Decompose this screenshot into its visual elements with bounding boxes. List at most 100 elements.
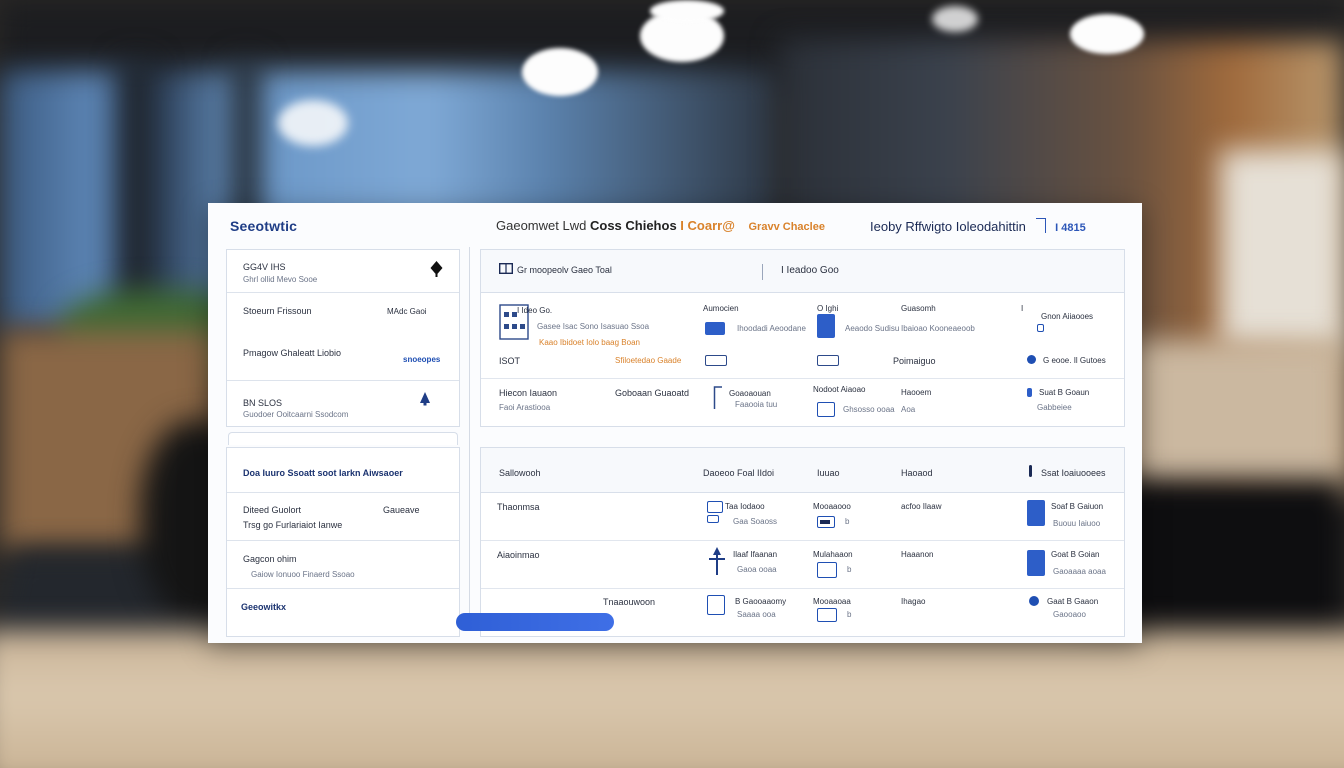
list-footer[interactable]: Geeowitkx: [227, 588, 459, 636]
table-header: Gr moopeolv Gaeo Toal I Ieadoo Goo: [481, 250, 1124, 293]
column-header[interactable]: Gr moopeolv Gaeo Toal: [517, 265, 612, 275]
cell-text: Gaat B Gaaon: [1047, 597, 1099, 606]
bookmark-icon[interactable]: [1035, 218, 1046, 233]
cell-text: Gaooaoo: [1053, 610, 1086, 619]
cell-text: Soaf B Gaiuon: [1051, 502, 1104, 511]
marker-icon: [1027, 388, 1032, 397]
cell-text: I: [1021, 304, 1024, 313]
cell-text: Nodoot Aiaoao: [813, 385, 866, 394]
cell-text: G eooe. Il Gutoes: [1043, 356, 1106, 365]
list-item[interactable]: Diteed Guolort Gaueave Trsg go Furlariai…: [227, 492, 459, 541]
table-row[interactable]: Thaonmsa Taa Iodaoo Gaa Soaoss Mooaaooo …: [481, 492, 1124, 541]
cell-text: Guasomh: [901, 304, 936, 313]
device-icon: [817, 314, 835, 338]
cell-text: Poimaiguo: [893, 356, 936, 366]
cell-text: Ihagao: [901, 597, 926, 606]
cell-text: Gabbeiee: [1037, 403, 1072, 412]
cell-text: Mulahaaon: [813, 550, 853, 559]
column-header[interactable]: Daoeoo Foal IIdoi: [703, 468, 774, 478]
cell-text: b: [845, 517, 850, 526]
nav-item[interactable]: I Coarr@: [680, 218, 735, 233]
cell-text: acfoo Ilaaw: [901, 502, 942, 511]
nav-item[interactable]: Gaeomwet: [496, 218, 559, 233]
bg-desk: [0, 630, 1344, 768]
card-heading: Doa Iuuro Ssoatt soot Iarkn Aiwsaoer: [243, 468, 403, 478]
app-window: Seeotwtic Gaeomwet Lwd Coss Chiehos I Co…: [208, 203, 1142, 643]
card-icon: [707, 501, 723, 513]
list-item-tag: Gaueave: [383, 505, 420, 515]
cell-text: Taa Iodaoo: [725, 502, 765, 511]
table-row[interactable]: Hiecon Iauaon Faoi Arastiooa Goboaan Gua…: [481, 378, 1124, 426]
cell-text: Ibaioao Kooneaeoob: [901, 324, 975, 333]
column-header[interactable]: Ssat Ioaiuooees: [1041, 468, 1106, 478]
list-item-subtitle: Guodoer Ooitcaarni Ssodcom: [243, 410, 349, 419]
left-card-bottom: Doa Iuuro Ssoatt soot Iarkn Aiwsaoer Dit…: [226, 447, 460, 637]
header-title-right: Ieoby Rffwigto Ioleodahittin I 4815: [870, 218, 1086, 234]
cell-text: O Ighi: [817, 304, 839, 313]
column-header[interactable]: Haoaod: [901, 468, 933, 478]
footer-link[interactable]: Geeowitkx: [241, 602, 286, 612]
device-icon: [817, 562, 837, 578]
nav-item-active[interactable]: Coss Chiehos: [590, 218, 677, 233]
toggle-pill[interactable]: [817, 355, 839, 366]
list-item[interactable]: GG4V IHS Ghrl ollid Mevo Sooe: [227, 250, 459, 293]
person-icon: [709, 547, 725, 575]
cell-text: Goboaan Guaoatd: [615, 388, 690, 398]
cell-text: Gaoaaaa aoaa: [1053, 567, 1106, 576]
cell-text: b: [847, 565, 852, 574]
document-icon: [1027, 500, 1045, 526]
card-icon: [707, 515, 719, 523]
count-badge: I 4815: [1055, 222, 1086, 234]
status-dot: [1029, 596, 1039, 606]
bracket-icon: [713, 386, 722, 409]
cell-text: Ihoodadi Aeoodane: [737, 324, 806, 333]
card-heading-row: Doa Iuuro Ssoatt soot Iarkn Aiwsaoer: [227, 448, 459, 493]
cell-text: Thaonmsa: [497, 502, 540, 512]
progress-bar[interactable]: [456, 613, 614, 631]
cell-text: Goat B Goian: [1051, 550, 1100, 559]
toggle-pill[interactable]: [705, 355, 727, 366]
column-header[interactable]: I Ieadoo Goo: [781, 265, 839, 276]
left-card-top: GG4V IHS Ghrl ollid Mevo Sooe Stoeurn Fr…: [226, 249, 460, 427]
app-header: Seeotwtic Gaeomwet Lwd Coss Chiehos I Co…: [208, 203, 1142, 247]
list-item[interactable]: Gagcon ohim Gaiow Ionuoo Finaerd Ssoao: [227, 540, 459, 589]
cell-text: B Gaooaaomy: [735, 597, 787, 606]
card-tab[interactable]: [228, 432, 458, 445]
document-icon: [707, 595, 725, 615]
list-item-title: Gagcon ohim: [243, 554, 297, 564]
list-item[interactable]: BN SLOS Guodoer Ooitcaarni Ssodcom: [227, 380, 459, 426]
header-divider: [762, 264, 763, 280]
list-item[interactable]: Stoeurn Frissoun MAdc Gaoi: [227, 292, 459, 336]
cell-text: Haooem: [901, 388, 932, 397]
ceiling-light: [1070, 14, 1144, 54]
column-header[interactable]: Iuuao: [817, 468, 840, 478]
table-row[interactable]: I Ideo Go. Gasee Isac Sono Isasuao Ssoa …: [481, 292, 1124, 379]
column-header[interactable]: Sallowooh: [499, 468, 541, 478]
device-icon: [817, 608, 837, 622]
cell-text: Aumocien: [703, 304, 739, 313]
marker-icon: [1029, 465, 1032, 477]
list-item-tag[interactable]: snoeopes: [403, 355, 440, 364]
ceiling-light: [932, 6, 978, 32]
cell-text: Suat B Goaun: [1039, 388, 1090, 397]
nav-item[interactable]: Lwd: [563, 218, 587, 233]
list-item-title: Pmagow Ghaleatt Liobio: [243, 348, 342, 358]
cell-text: Gaoa ooaa: [737, 565, 777, 574]
cell-text: I Ideo Go.: [517, 306, 553, 315]
cell-text: Mooaaooo: [813, 502, 851, 511]
brand-logo[interactable]: Seeotwtic: [230, 218, 297, 234]
grid-icon: [499, 263, 513, 274]
cell-text: Ghsosso ooaa: [843, 405, 895, 414]
nav-item[interactable]: Gravv Chaclee: [749, 221, 825, 233]
cell-text: Saaaa ooa: [737, 610, 776, 619]
bg-shelf: [1130, 340, 1344, 490]
ceiling-light: [650, 0, 724, 22]
list-item[interactable]: Pmagow Ghaleatt Liobio snoeopes: [227, 336, 459, 381]
cell-text: b: [847, 610, 852, 619]
cell-text: Kaao Ibidoet Iolo baag Boan: [539, 338, 640, 347]
diamond-icon: [430, 261, 443, 277]
status-dot: [1027, 355, 1036, 364]
cell-text: Haaanon: [901, 550, 934, 559]
table-row[interactable]: Aiaoinmao Ilaaf Ifaanan Gaoa ooaa Mulaha…: [481, 540, 1124, 589]
list-item-title: BN SLOS: [243, 398, 283, 408]
